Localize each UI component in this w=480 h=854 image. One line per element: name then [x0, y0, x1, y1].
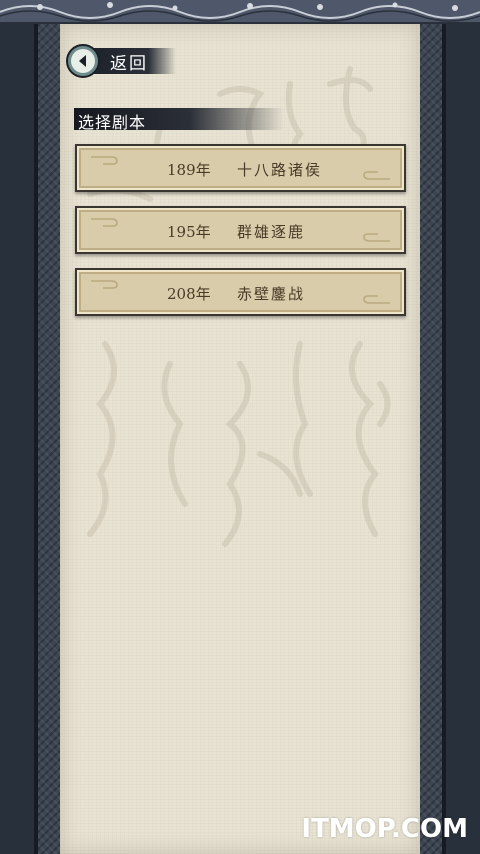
- scenario-card-195[interactable]: 195年 群雄逐鹿: [75, 206, 406, 254]
- watermark-text: ITMOP.COM: [301, 814, 468, 844]
- scroll-top-rod: [0, 0, 480, 24]
- cloud-ornament-icon: [0, 0, 480, 22]
- scenario-name: 赤壁鏖战: [237, 285, 306, 303]
- frame-edge-left: [0, 22, 38, 854]
- swirl-ornament-icon: [363, 171, 390, 180]
- frame-edge-right: [442, 22, 480, 854]
- back-arrow-icon: [79, 55, 86, 67]
- swirl-ornament-icon: [363, 233, 390, 242]
- swirl-ornament-icon: [91, 218, 118, 227]
- swirl-ornament-icon: [91, 156, 118, 165]
- section-header: 选择剧本: [74, 108, 284, 132]
- back-button[interactable]: 返回: [66, 43, 176, 79]
- scenario-card-208[interactable]: 208年 赤壁鏖战: [75, 268, 406, 316]
- section-title: 选择剧本: [78, 113, 147, 132]
- back-button-label[interactable]: 返回: [110, 49, 148, 74]
- scenario-name: 十八路诸侯: [237, 161, 323, 179]
- scenario-card-189[interactable]: 189年 十八路诸侯: [75, 144, 406, 192]
- scenario-year: 195年: [167, 223, 211, 241]
- swirl-ornament-icon: [91, 280, 118, 289]
- scenario-name: 群雄逐鹿: [237, 223, 306, 241]
- back-button-circle[interactable]: [66, 44, 100, 78]
- frame-border-right: [420, 22, 442, 854]
- scenario-year: 189年: [167, 161, 211, 179]
- scenario-year: 208年: [167, 285, 211, 303]
- swirl-ornament-icon: [363, 295, 390, 304]
- frame-border-left: [38, 22, 60, 854]
